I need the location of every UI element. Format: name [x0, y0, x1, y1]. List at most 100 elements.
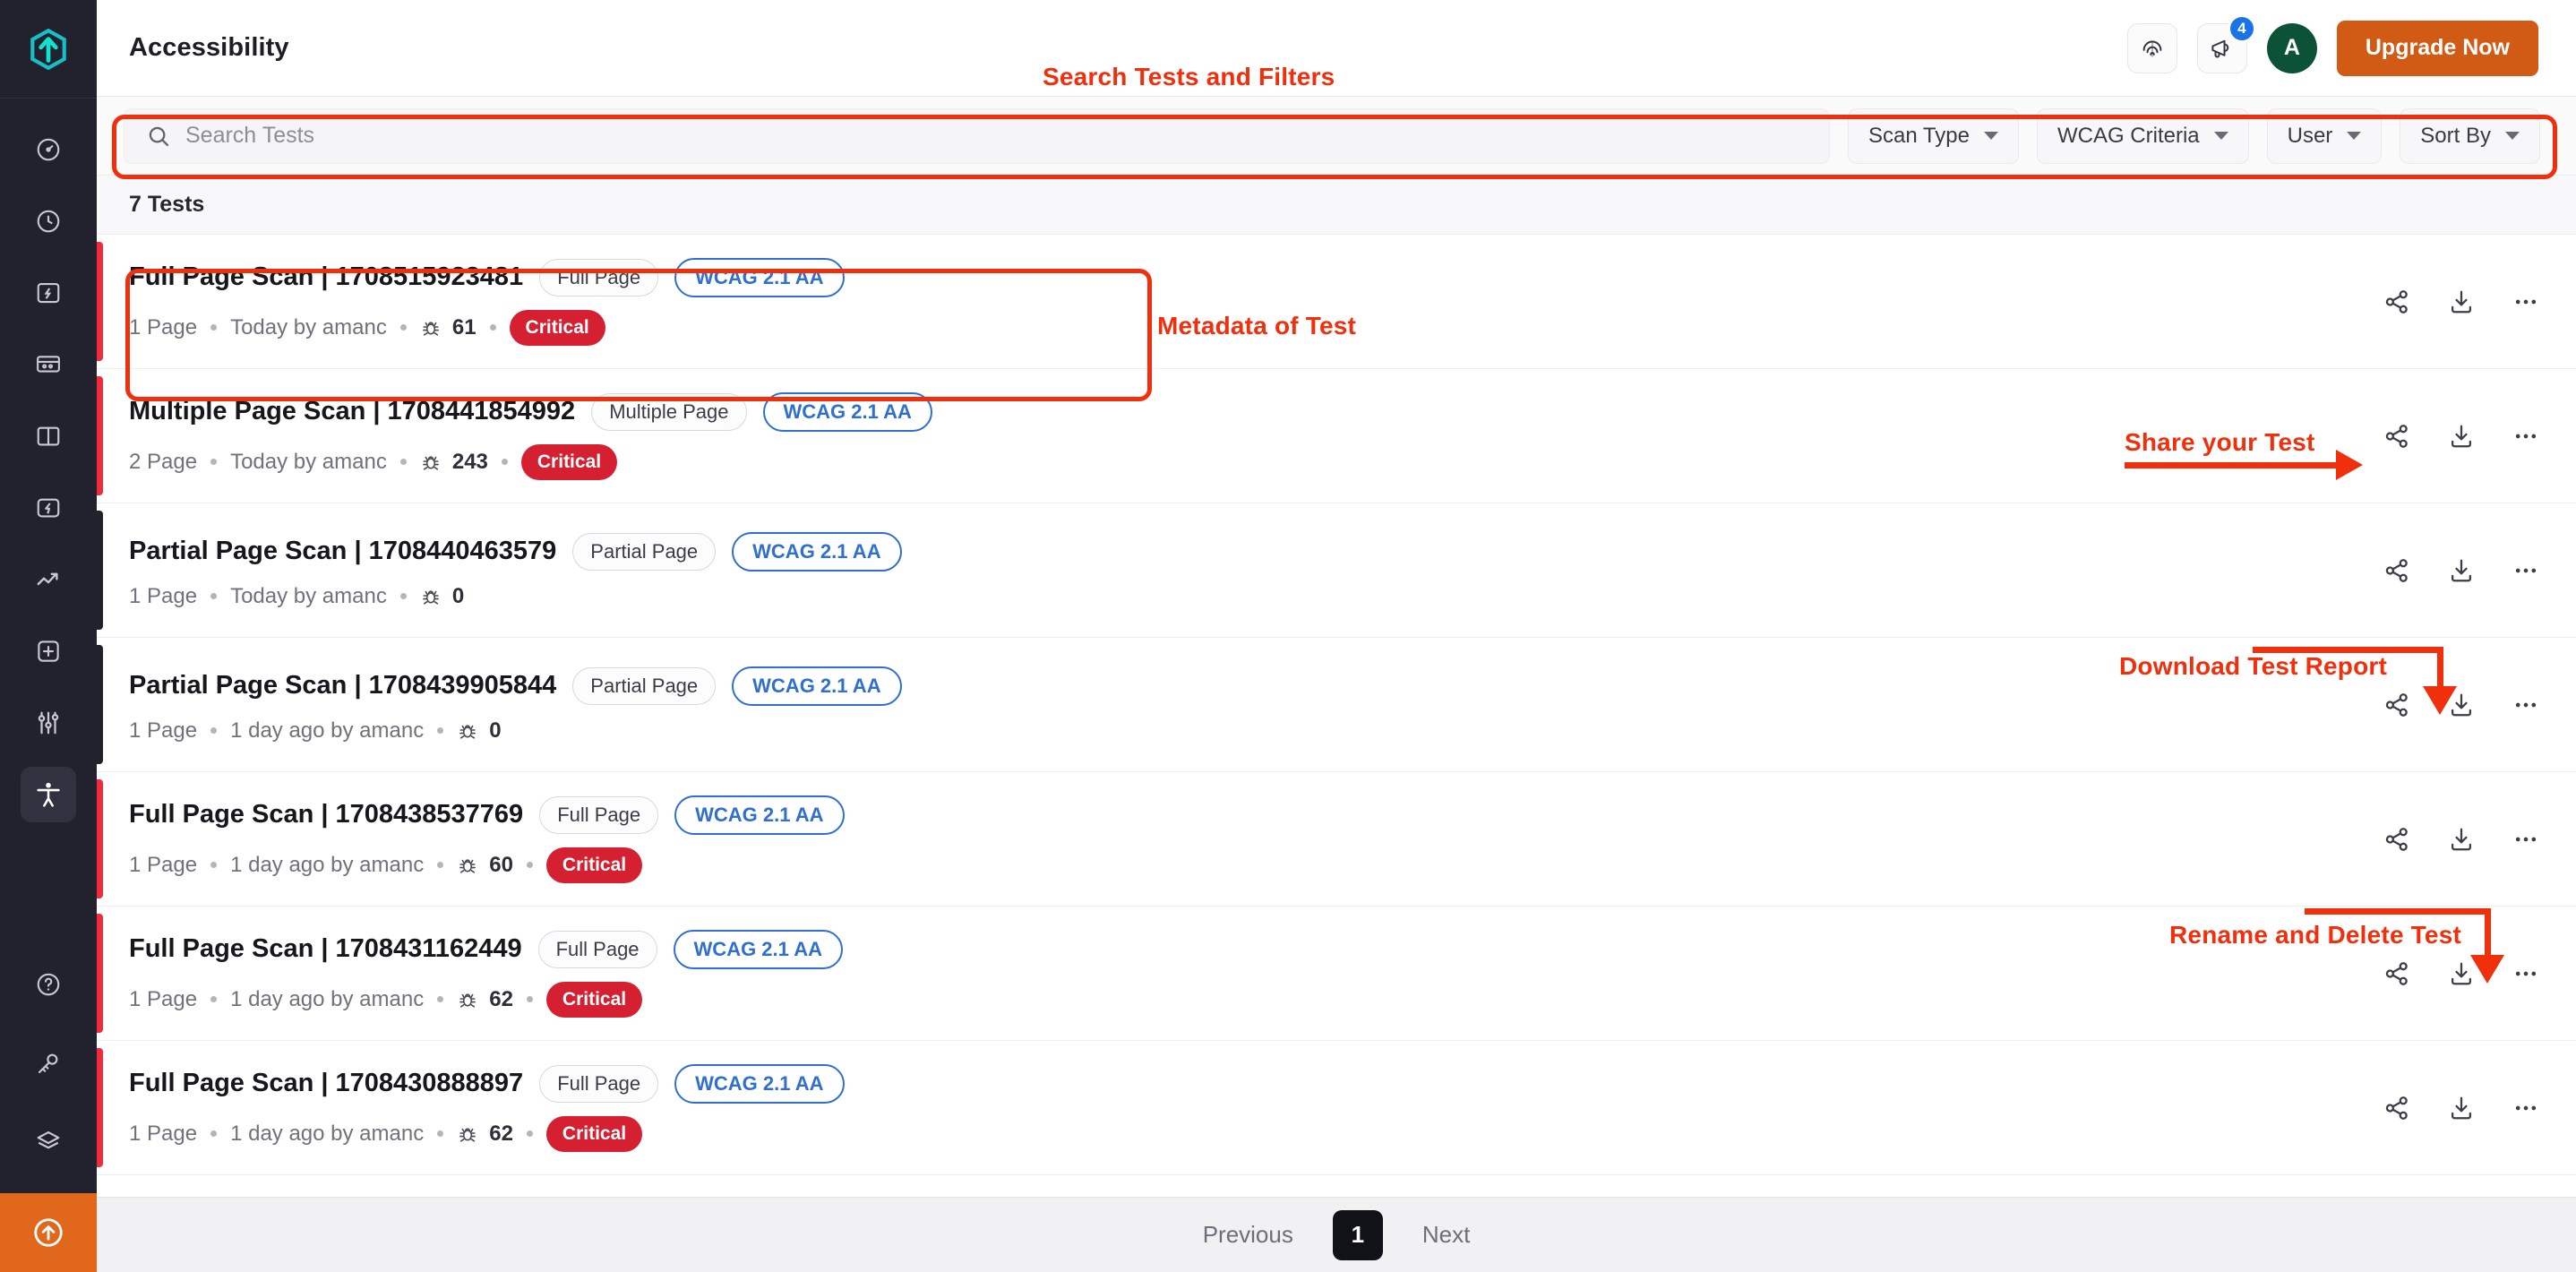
more-horizontal-icon: [2512, 825, 2540, 854]
share-button[interactable]: [2383, 825, 2411, 854]
page-count: 1 Page: [129, 853, 197, 878]
sidebar-item-layouts[interactable]: [21, 408, 76, 464]
test-list: Full Page Scan | 1708515923481 Full Page…: [97, 235, 2576, 1197]
more-horizontal-icon: [2512, 288, 2540, 316]
test-title[interactable]: Full Page Scan | 1708515923481: [129, 262, 523, 292]
share-button[interactable]: [2383, 422, 2411, 451]
test-title[interactable]: Partial Page Scan | 1708439905844: [129, 671, 556, 700]
download-button[interactable]: [2447, 959, 2476, 988]
more-horizontal-icon: [2512, 422, 2540, 451]
sidebar-item-browsers[interactable]: [21, 337, 76, 392]
share-button[interactable]: [2383, 288, 2411, 316]
page-number-1[interactable]: 1: [1333, 1210, 1383, 1260]
test-row[interactable]: Full Page Scan | 1708431162449 Full Page…: [97, 907, 2576, 1041]
test-title[interactable]: Multiple Page Scan | 1708441854992: [129, 397, 575, 426]
more-options-button[interactable]: [2512, 1094, 2540, 1122]
share-button[interactable]: [2383, 1094, 2411, 1122]
more-options-button[interactable]: [2512, 422, 2540, 451]
issue-count-group: 60: [457, 853, 513, 878]
sidebar-item-settings[interactable]: [21, 695, 76, 751]
test-row[interactable]: Full Page Scan | 1708430888897 Full Page…: [97, 1041, 2576, 1175]
sidebar-item-dashboard[interactable]: [21, 122, 76, 177]
sidebar-item-add-new[interactable]: [21, 623, 76, 679]
brand-logo-icon: [26, 27, 71, 72]
share-button[interactable]: [2383, 556, 2411, 585]
main-content: Accessibility 4: [97, 0, 2576, 1272]
sidebar-nav: [21, 99, 76, 838]
test-row[interactable]: Full Page Scan | 1708438537769 Full Page…: [97, 772, 2576, 907]
sidebar-item-automation[interactable]: [21, 480, 76, 536]
issue-count-group: 0: [457, 718, 501, 743]
sidebar-item-integrations[interactable]: [21, 1114, 76, 1170]
wcag-criteria-tag: WCAG 2.1 AA: [674, 795, 844, 835]
bug-icon: [457, 720, 478, 742]
sidebar-item-access-key[interactable]: [21, 1036, 76, 1091]
page-count: 2 Page: [129, 450, 197, 475]
share-button[interactable]: [2383, 959, 2411, 988]
filter-user[interactable]: User: [2267, 108, 2383, 164]
search-field-wrapper[interactable]: [124, 108, 1830, 164]
test-title[interactable]: Full Page Scan | 1708431162449: [129, 934, 522, 964]
download-button[interactable]: [2447, 691, 2476, 719]
download-button[interactable]: [2447, 825, 2476, 854]
download-button[interactable]: [2447, 556, 2476, 585]
sidebar-upgrade-button[interactable]: [0, 1193, 97, 1272]
sidebar-item-history[interactable]: [21, 193, 76, 249]
test-row-actions: [2383, 959, 2540, 988]
test-row[interactable]: Full Page Scan | 1708515923481 Full Page…: [97, 235, 2576, 369]
upgrade-now-button[interactable]: Upgrade Now: [2337, 21, 2538, 76]
test-title[interactable]: Full Page Scan | 1708438537769: [129, 800, 523, 829]
issue-count: 0: [452, 584, 464, 609]
announcements-button[interactable]: 4: [2197, 23, 2247, 73]
test-row[interactable]: Partial Page Scan | 1708439905844 Partia…: [97, 638, 2576, 772]
sidebar-item-analytics[interactable]: [21, 552, 76, 607]
sidebar-item-devices[interactable]: [21, 265, 76, 321]
issue-count: 62: [489, 1122, 513, 1147]
filter-wcag-criteria[interactable]: WCAG Criteria: [2037, 108, 2249, 164]
share-icon: [2383, 959, 2411, 988]
plus-square-icon: [35, 638, 62, 665]
more-options-button[interactable]: [2512, 288, 2540, 316]
filter-sort-by[interactable]: Sort By: [2400, 108, 2540, 164]
brand-logo[interactable]: [0, 0, 97, 99]
download-button[interactable]: [2447, 288, 2476, 316]
issue-count: 62: [489, 987, 513, 1012]
test-row[interactable]: Partial Page Scan | 1708440463579 Partia…: [97, 503, 2576, 638]
share-icon: [2383, 1094, 2411, 1122]
download-icon: [2447, 556, 2476, 585]
test-row-details: Partial Page Scan | 1708440463579 Partia…: [129, 532, 2347, 609]
key-icon: [35, 1050, 62, 1077]
download-icon: [2447, 1094, 2476, 1122]
test-row[interactable]: Multiple Page Scan | 1708441854992 Multi…: [97, 369, 2576, 503]
more-options-button[interactable]: [2512, 556, 2540, 585]
test-row-details: Multiple Page Scan | 1708441854992 Multi…: [129, 392, 2347, 480]
more-options-button[interactable]: [2512, 691, 2540, 719]
test-timestamp-author: Today by amanc: [230, 315, 387, 340]
test-row-actions: [2383, 422, 2540, 451]
meta-separator-dot: [437, 996, 443, 1002]
next-page-button[interactable]: Next: [1422, 1221, 1470, 1249]
more-options-button[interactable]: [2512, 959, 2540, 988]
top-header: Accessibility 4: [97, 0, 2576, 97]
filter-scan-type[interactable]: Scan Type: [1848, 108, 2019, 164]
download-button[interactable]: [2447, 1094, 2476, 1122]
share-button[interactable]: [2383, 691, 2411, 719]
test-title[interactable]: Full Page Scan | 1708430888897: [129, 1069, 523, 1098]
test-title[interactable]: Partial Page Scan | 1708440463579: [129, 537, 556, 566]
download-button[interactable]: [2447, 422, 2476, 451]
device-lightning-icon: [35, 279, 62, 306]
test-timestamp-author: Today by amanc: [230, 584, 387, 609]
scan-type-tag: Partial Page: [572, 533, 716, 571]
more-options-button[interactable]: [2512, 825, 2540, 854]
avatar[interactable]: A: [2267, 23, 2317, 73]
test-row-actions: [2383, 691, 2540, 719]
test-count-bar: 7 Tests: [97, 176, 2576, 235]
previous-page-button[interactable]: Previous: [1203, 1221, 1293, 1249]
sidebar-item-help[interactable]: [21, 957, 76, 1012]
sidebar-item-accessibility[interactable]: [21, 767, 76, 822]
fingerprint-button[interactable]: [2127, 23, 2177, 73]
search-input[interactable]: [185, 123, 1807, 149]
share-icon: [2383, 825, 2411, 854]
page-count: 1 Page: [129, 718, 197, 743]
page-title: Accessibility: [129, 33, 289, 63]
